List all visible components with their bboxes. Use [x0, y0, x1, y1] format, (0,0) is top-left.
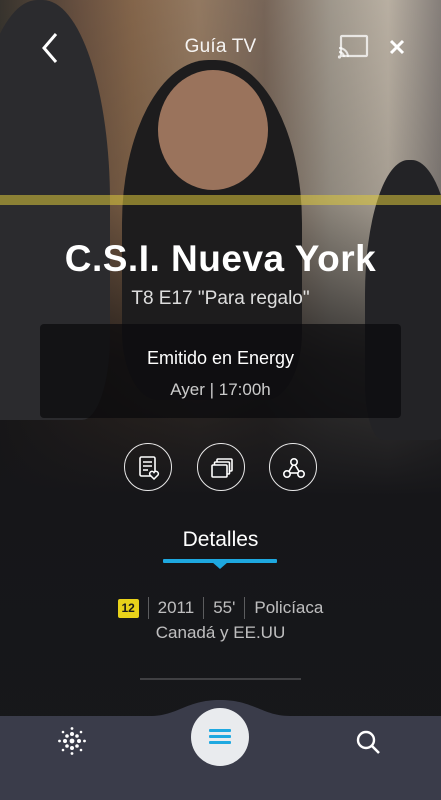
broadcast-time: Ayer | 17:00h: [170, 380, 271, 399]
broadcast-info-box: Emitido en Energy Ayer | 17:00h: [40, 324, 401, 418]
menu-icon: [209, 729, 231, 732]
search-icon: [356, 730, 380, 754]
share-icon: [282, 457, 306, 479]
menu-icon-bar: [209, 735, 231, 738]
watchlist-heart-icon: [139, 456, 160, 480]
cast-icon: [337, 34, 369, 59]
episodes-button[interactable]: [197, 443, 245, 491]
cast-button[interactable]: [337, 34, 369, 60]
menu-button[interactable]: [191, 708, 249, 766]
duration: 55': [213, 598, 236, 617]
divider: [203, 597, 205, 619]
close-icon: [389, 39, 405, 55]
page-title: Guía TV: [184, 36, 257, 57]
menu-icon-bar: [209, 741, 231, 744]
share-button[interactable]: [269, 443, 317, 491]
details-meta-row: 12 2011 55' Policíaca: [0, 596, 441, 620]
episode-info: T8 E17 "Para regalo": [131, 288, 310, 309]
episodes-stack-icon: [211, 458, 233, 478]
watchlist-button[interactable]: [124, 443, 172, 491]
close-button[interactable]: [386, 36, 408, 58]
country: Canadá y EE.UU: [155, 623, 286, 642]
divider: [244, 597, 246, 619]
tab-details[interactable]: Detalles: [0, 528, 441, 552]
genre: Policíaca: [254, 598, 324, 617]
show-title: C.S.I. Nueva York: [64, 238, 377, 279]
divider: [147, 597, 149, 619]
bottom-navigation: [0, 700, 441, 800]
home-button[interactable]: [57, 726, 87, 756]
age-rating-badge: 12: [117, 598, 139, 618]
home-dots-icon: [58, 727, 86, 755]
top-bar: Guía TV: [0, 0, 441, 96]
tab-indicator-notch: [212, 562, 228, 569]
search-button[interactable]: [354, 728, 382, 756]
broadcast-channel: Emitido en Energy: [146, 348, 295, 368]
content-divider: [140, 678, 301, 680]
release-year: 2011: [157, 598, 195, 617]
